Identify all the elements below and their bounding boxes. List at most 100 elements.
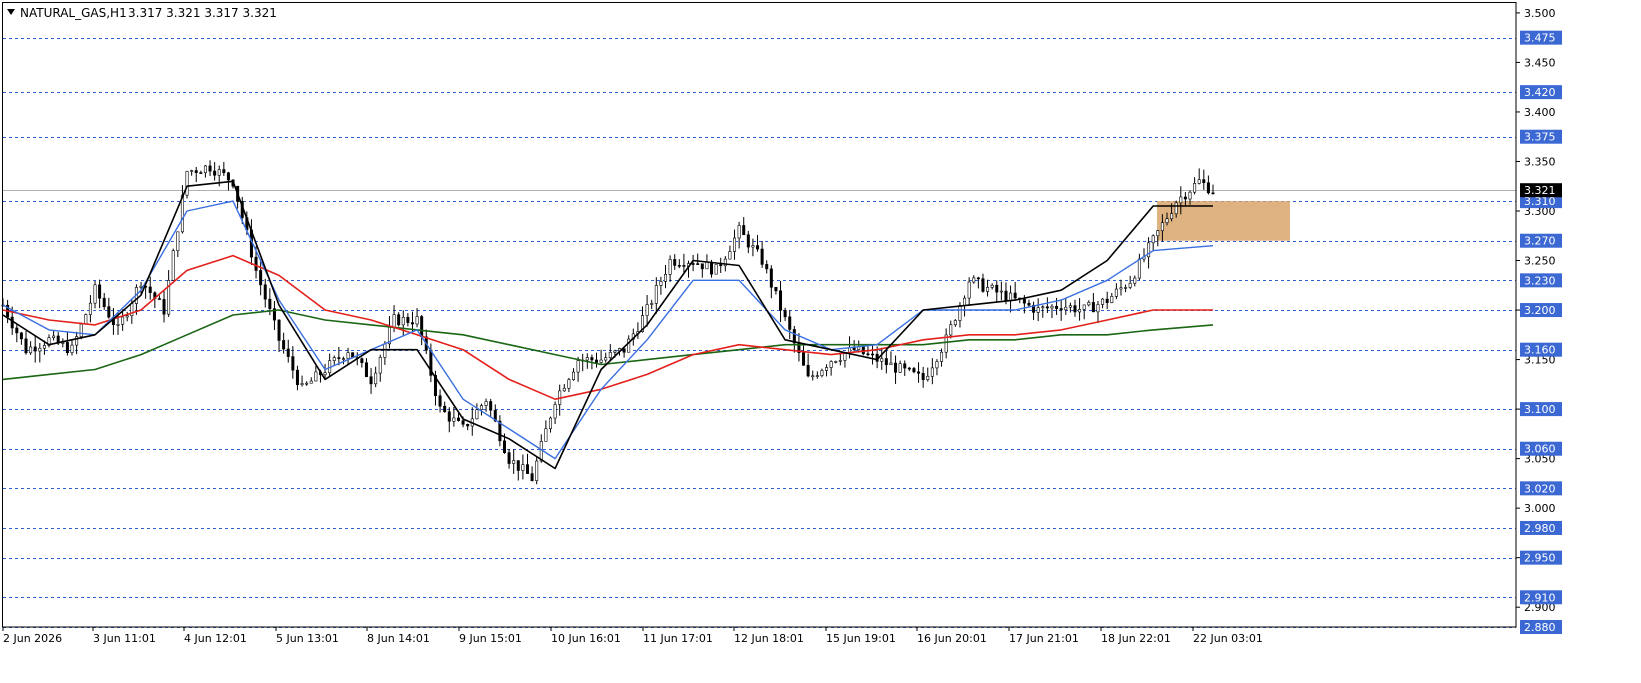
price-bar-body bbox=[38, 347, 42, 352]
x-tick-label: 2 Jun 2026 bbox=[3, 632, 62, 645]
price-bar-body bbox=[148, 286, 152, 294]
price-bar-body bbox=[548, 417, 552, 430]
price-bar-body bbox=[1013, 292, 1017, 299]
x-tick-label: 18 Jun 22:01 bbox=[1101, 632, 1171, 645]
price-bar-body bbox=[1165, 218, 1169, 224]
price-bar-body bbox=[1045, 306, 1049, 309]
y-tick-label: 3.400 bbox=[1524, 106, 1556, 119]
price-bar-body bbox=[1059, 308, 1063, 311]
price-bar-body bbox=[535, 460, 539, 481]
price-bar-body bbox=[392, 314, 396, 328]
price-bar-body bbox=[539, 441, 543, 462]
price-bar-body bbox=[305, 382, 309, 385]
price-bar-body bbox=[940, 351, 944, 362]
level-price-label: 3.160 bbox=[1524, 344, 1556, 357]
price-bar-body bbox=[512, 460, 516, 464]
price-bar-body bbox=[346, 352, 350, 359]
x-tick-label: 8 Jun 14:01 bbox=[367, 632, 430, 645]
price-bar-body bbox=[102, 297, 106, 307]
price-bar-body bbox=[406, 316, 410, 323]
price-bar-body bbox=[300, 383, 304, 386]
price-bar-body bbox=[107, 306, 111, 318]
price-bar-body bbox=[447, 411, 451, 422]
level-price-label: 2.880 bbox=[1524, 621, 1556, 634]
level-price-label: 3.020 bbox=[1524, 482, 1556, 495]
price-bar-body bbox=[125, 315, 129, 318]
price-bar-body bbox=[700, 263, 704, 270]
price-bar-body bbox=[217, 169, 221, 176]
price-bar-body bbox=[88, 302, 92, 315]
price-bar-body bbox=[410, 322, 414, 325]
price-bar-body bbox=[332, 357, 336, 361]
price-bar-body bbox=[608, 351, 612, 358]
price-bar-body bbox=[263, 284, 267, 300]
price-bar-body bbox=[1082, 304, 1086, 310]
price-bar-body bbox=[268, 298, 272, 309]
price-bar-body bbox=[530, 473, 534, 481]
price-bar-body bbox=[599, 359, 603, 363]
price-bar-body bbox=[1091, 302, 1095, 313]
price-bar-body bbox=[673, 259, 677, 266]
price-bar-body bbox=[1174, 202, 1178, 215]
price-bar-body bbox=[714, 264, 718, 275]
price-bar-body bbox=[1110, 296, 1114, 303]
price-bar-body bbox=[1183, 196, 1187, 200]
price-bar-body bbox=[981, 278, 985, 292]
price-bar-body bbox=[691, 263, 695, 265]
price-bar-body bbox=[1055, 305, 1059, 309]
price-bar-body bbox=[185, 171, 189, 196]
price-bar-body bbox=[664, 274, 668, 282]
price-bar-body bbox=[199, 172, 203, 174]
price-bar-body bbox=[452, 417, 456, 422]
price-bar-body bbox=[314, 371, 318, 382]
level-price-label: 2.980 bbox=[1524, 522, 1556, 535]
price-bar-body bbox=[843, 353, 847, 361]
price-bar-body bbox=[972, 277, 976, 283]
y-tick-label: 3.500 bbox=[1524, 7, 1556, 20]
level-price-label: 3.475 bbox=[1524, 32, 1556, 45]
price-bar-body bbox=[1027, 302, 1031, 306]
price-bar-body bbox=[811, 375, 815, 378]
price-bar-body bbox=[783, 309, 787, 318]
price-bar-body bbox=[489, 401, 493, 411]
price-bar-body bbox=[834, 361, 838, 363]
price-bar-body bbox=[1160, 222, 1164, 232]
price-bar-body bbox=[728, 251, 732, 260]
price-bar-body bbox=[894, 362, 898, 373]
ohlc-readout: 3.317 3.321 3.317 3.321 bbox=[128, 6, 277, 20]
price-bar-body bbox=[825, 367, 829, 371]
price-bar-body bbox=[341, 358, 345, 360]
price-bar-body bbox=[737, 225, 741, 239]
price-bar-body bbox=[24, 338, 28, 354]
price-chart[interactable]: 3.5003.4503.4003.3503.3003.2503.2003.150… bbox=[0, 0, 1641, 679]
level-price-label: 3.100 bbox=[1524, 403, 1556, 416]
price-bar-body bbox=[79, 323, 83, 337]
chart-header: NATURAL_GAS,H1 3.317 3.321 3.317 3.321 bbox=[7, 6, 277, 20]
price-bar-body bbox=[10, 316, 14, 329]
chart-canvas[interactable]: 3.5003.4503.4003.3503.3003.2503.2003.150… bbox=[0, 0, 1641, 679]
price-bar-body bbox=[774, 286, 778, 292]
price-bar-body bbox=[309, 380, 313, 384]
price-bar-body bbox=[677, 265, 681, 267]
price-bar-body bbox=[576, 360, 580, 373]
level-price-label: 3.420 bbox=[1524, 86, 1556, 99]
price-bar-body bbox=[668, 259, 672, 275]
price-bar-body bbox=[889, 362, 893, 366]
price-bar-body bbox=[1068, 305, 1072, 308]
price-bar-body bbox=[903, 363, 907, 369]
price-bar-body bbox=[461, 420, 465, 425]
price-bar-body bbox=[613, 350, 617, 353]
price-bar-body bbox=[337, 357, 341, 359]
price-bar-body bbox=[456, 417, 460, 421]
x-tick-label: 15 Jun 19:01 bbox=[826, 632, 896, 645]
price-bar-body bbox=[93, 284, 97, 304]
price-bar-body bbox=[397, 314, 401, 326]
price-bar-body bbox=[963, 297, 967, 306]
price-bar-body bbox=[1105, 298, 1109, 303]
price-bar-body bbox=[1036, 307, 1040, 313]
price-bar-body bbox=[765, 264, 769, 270]
price-bar-body bbox=[756, 245, 760, 250]
price-bar-body bbox=[475, 409, 479, 420]
price-bar-body bbox=[1179, 196, 1183, 204]
price-bar-body bbox=[401, 316, 405, 326]
